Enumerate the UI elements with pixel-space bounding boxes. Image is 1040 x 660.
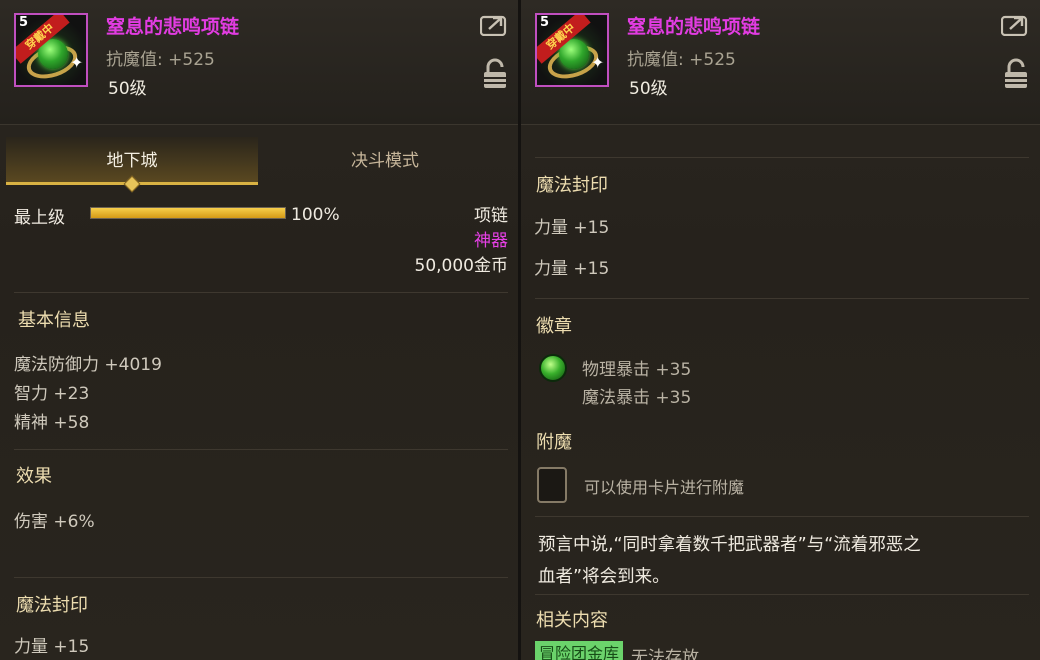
necklace-icon[interactable]: ✦ 5 穿戴中: [14, 13, 88, 87]
flavor-text-line: 血者”将会到来。: [538, 567, 670, 587]
divider: [14, 292, 508, 293]
flavor-text-line: 预言中说,“同时拿着数千把武器者”与“流着邪恶之: [538, 535, 921, 555]
item-header: ✦ 5 穿戴中 窒息的悲鸣项链 抗魔值: +525 50级: [0, 0, 518, 125]
section-title-basic: 基本信息: [18, 310, 90, 331]
item-name: 窒息的悲鸣项链: [627, 16, 761, 38]
item-rarity: 神器: [474, 231, 508, 251]
account-storage-tag: 冒险团金库: [535, 641, 624, 660]
section-title-related: 相关内容: [536, 610, 608, 631]
sparkle-icon: ✦: [70, 53, 84, 72]
section-title-magic-seal: 魔法封印: [16, 595, 88, 616]
item-type: 项链: [474, 206, 508, 226]
divider: [535, 298, 1029, 299]
grade-progress-fill: [91, 208, 285, 218]
grade-percent: 100%: [291, 205, 340, 225]
divider: [14, 449, 508, 450]
section-title-enchant: 附魔: [536, 432, 572, 453]
stat-line: 力量 +15: [534, 259, 610, 279]
enchant-hint: 可以使用卡片进行附魔: [584, 478, 745, 497]
share-icon[interactable]: [1001, 14, 1029, 36]
item-level: 50级: [108, 79, 147, 99]
item-main-stat: 抗魔值: +525: [106, 50, 215, 70]
sparkle-icon: ✦: [591, 53, 605, 72]
stat-line: 魔法防御力 +4019: [14, 355, 162, 375]
section-title-effect: 效果: [16, 466, 52, 487]
tab-duel-mode[interactable]: 决斗模式: [258, 137, 512, 185]
related-status-text: 无法存放: [631, 648, 699, 660]
item-header: ✦ 5 穿戴中 窒息的悲鸣项链 抗魔值: +525 50级: [521, 0, 1040, 125]
emblem-stat: 物理暴击 +35: [582, 360, 692, 380]
item-name: 窒息的悲鸣项链: [106, 16, 240, 38]
stat-line: 伤害 +6%: [14, 512, 95, 532]
enchant-card-slot-icon[interactable]: [537, 467, 567, 503]
stat-line: 力量 +15: [534, 218, 610, 238]
item-tooltip-right: ✦ 5 穿戴中 窒息的悲鸣项链 抗魔值: +525 50级 魔法封印 力量 +1…: [521, 0, 1040, 660]
stat-line: 力量 +15: [14, 637, 90, 657]
emblem-icon[interactable]: [539, 354, 567, 382]
divider: [535, 516, 1029, 517]
grade-progress-bar: [90, 207, 286, 219]
emblem-stat: 魔法暴击 +35: [582, 388, 692, 408]
grade-label: 最上级: [14, 208, 65, 228]
necklace-icon[interactable]: ✦ 5 穿戴中: [535, 13, 609, 87]
divider: [535, 157, 1029, 158]
icon-level-text: 5: [19, 15, 29, 30]
section-title-magic-seal: 魔法封印: [536, 175, 608, 196]
share-icon[interactable]: [480, 14, 508, 36]
icon-level-text: 5: [540, 15, 550, 30]
mode-tabs: 地下城 决斗模式: [6, 137, 512, 193]
divider: [535, 594, 1029, 595]
item-level: 50级: [629, 79, 668, 99]
stat-line: 智力 +23: [14, 384, 90, 404]
section-title-emblem: 徽章: [536, 316, 572, 337]
item-price: 50,000金币: [414, 256, 508, 276]
lock-icon[interactable]: [1003, 58, 1029, 90]
stat-line: 精神 +58: [14, 413, 90, 433]
divider: [14, 577, 508, 578]
item-tooltip-left: ✦ 5 穿戴中 窒息的悲鸣项链 抗魔值: +525 50级 地下城 决斗模式 最…: [0, 0, 518, 660]
item-main-stat: 抗魔值: +525: [627, 50, 736, 70]
lock-icon[interactable]: [482, 58, 508, 90]
